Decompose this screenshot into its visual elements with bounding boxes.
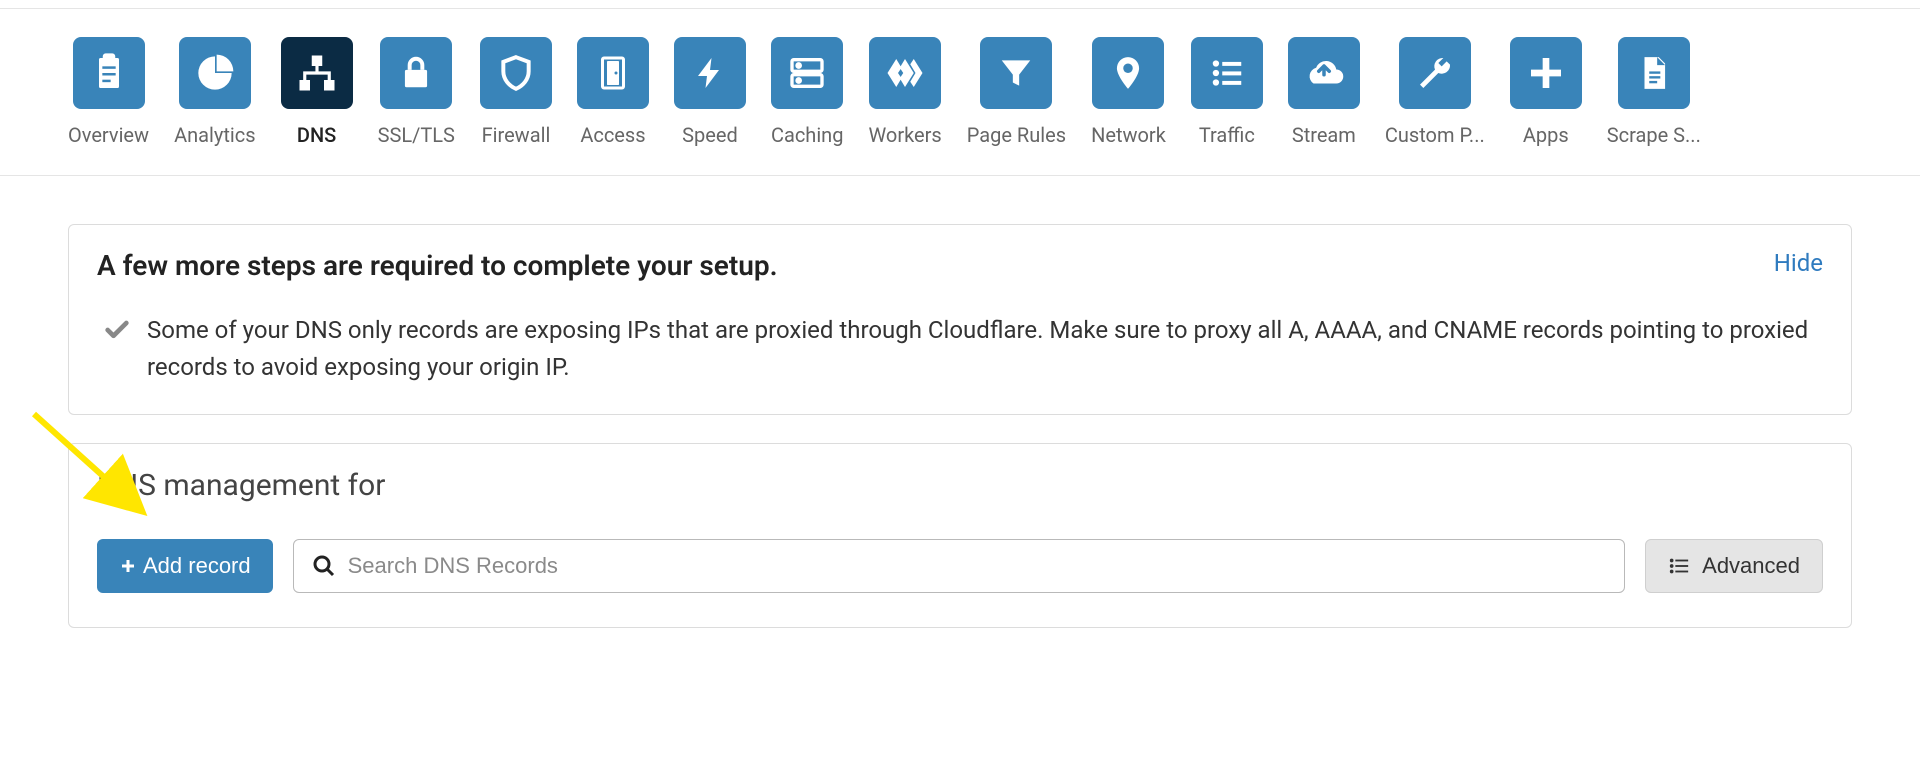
plus-icon xyxy=(1510,37,1582,109)
door-icon xyxy=(577,37,649,109)
drive-icon xyxy=(771,37,843,109)
top-nav: Overview Analytics DNS SSL/TLS Firewall Acces… xyxy=(0,8,1920,176)
nav-item-apps[interactable]: Apps xyxy=(1510,37,1582,147)
lock-icon xyxy=(380,37,452,109)
pin-icon xyxy=(1092,37,1164,109)
doc-icon xyxy=(1618,37,1690,109)
nav-item-page-rules[interactable]: Page Rules xyxy=(967,37,1066,147)
content-area: A few more steps are required to complet… xyxy=(0,176,1920,628)
bolt-icon xyxy=(674,37,746,109)
nav-item-access[interactable]: Access xyxy=(577,37,649,147)
nav-label: Page Rules xyxy=(967,123,1066,147)
advanced-button[interactable]: Advanced xyxy=(1645,539,1823,593)
search-field-wrap[interactable] xyxy=(293,539,1626,593)
nav-label: Apps xyxy=(1523,123,1569,147)
wrench-icon xyxy=(1399,37,1471,109)
nav-label: Access xyxy=(580,123,645,147)
plus-icon xyxy=(119,557,137,575)
hide-link[interactable]: Hide xyxy=(1774,249,1823,277)
nav-label: DNS xyxy=(297,123,336,147)
nav-label: Custom P... xyxy=(1385,123,1485,147)
nav-item-dns[interactable]: DNS xyxy=(281,37,353,147)
notice-body-text: Some of your DNS only records are exposi… xyxy=(147,312,1817,386)
dns-management-card: DNS management for Add record Advanced xyxy=(68,443,1852,628)
nav-label: Speed xyxy=(682,123,738,147)
nav-item-custom-p-[interactable]: Custom P... xyxy=(1385,37,1485,147)
clipboard-icon xyxy=(73,37,145,109)
filter-icon xyxy=(980,37,1052,109)
nav-label: Workers xyxy=(868,123,941,147)
shield-icon xyxy=(480,37,552,109)
notice-title: A few more steps are required to complet… xyxy=(97,249,778,282)
nav-item-ssl-tls[interactable]: SSL/TLS xyxy=(378,37,455,147)
list-icon xyxy=(1668,555,1690,577)
nav-item-scrape-s-[interactable]: Scrape S... xyxy=(1607,37,1701,147)
search-icon xyxy=(312,554,336,578)
search-input[interactable] xyxy=(348,553,1607,579)
nav-label: Scrape S... xyxy=(1607,123,1701,147)
nav-label: Overview xyxy=(68,123,149,147)
nav-item-caching[interactable]: Caching xyxy=(771,37,844,147)
tree-icon xyxy=(281,37,353,109)
nav-item-stream[interactable]: Stream xyxy=(1288,37,1360,147)
nav-label: Stream xyxy=(1292,123,1356,147)
check-icon xyxy=(103,316,131,386)
nav-label: Caching xyxy=(771,123,844,147)
nav-label: Firewall xyxy=(482,123,551,147)
advanced-label: Advanced xyxy=(1702,553,1800,579)
nav-item-traffic[interactable]: Traffic xyxy=(1191,37,1263,147)
dns-title: DNS management for xyxy=(97,468,1823,503)
add-record-button[interactable]: Add record xyxy=(97,539,273,593)
nav-item-analytics[interactable]: Analytics xyxy=(174,37,256,147)
nav-item-overview[interactable]: Overview xyxy=(68,37,149,147)
nav-item-workers[interactable]: Workers xyxy=(868,37,941,147)
nav-label: Network xyxy=(1091,123,1166,147)
nav-label: Traffic xyxy=(1199,123,1255,147)
setup-notice-card: A few more steps are required to complet… xyxy=(68,224,1852,415)
workers-icon xyxy=(869,37,941,109)
nav-item-firewall[interactable]: Firewall xyxy=(480,37,552,147)
nav-label: SSL/TLS xyxy=(378,123,455,147)
cloud-icon xyxy=(1288,37,1360,109)
add-record-label: Add record xyxy=(143,553,251,579)
pie-icon xyxy=(179,37,251,109)
nav-item-network[interactable]: Network xyxy=(1091,37,1166,147)
nav-item-speed[interactable]: Speed xyxy=(674,37,746,147)
list-icon xyxy=(1191,37,1263,109)
nav-label: Analytics xyxy=(174,123,256,147)
